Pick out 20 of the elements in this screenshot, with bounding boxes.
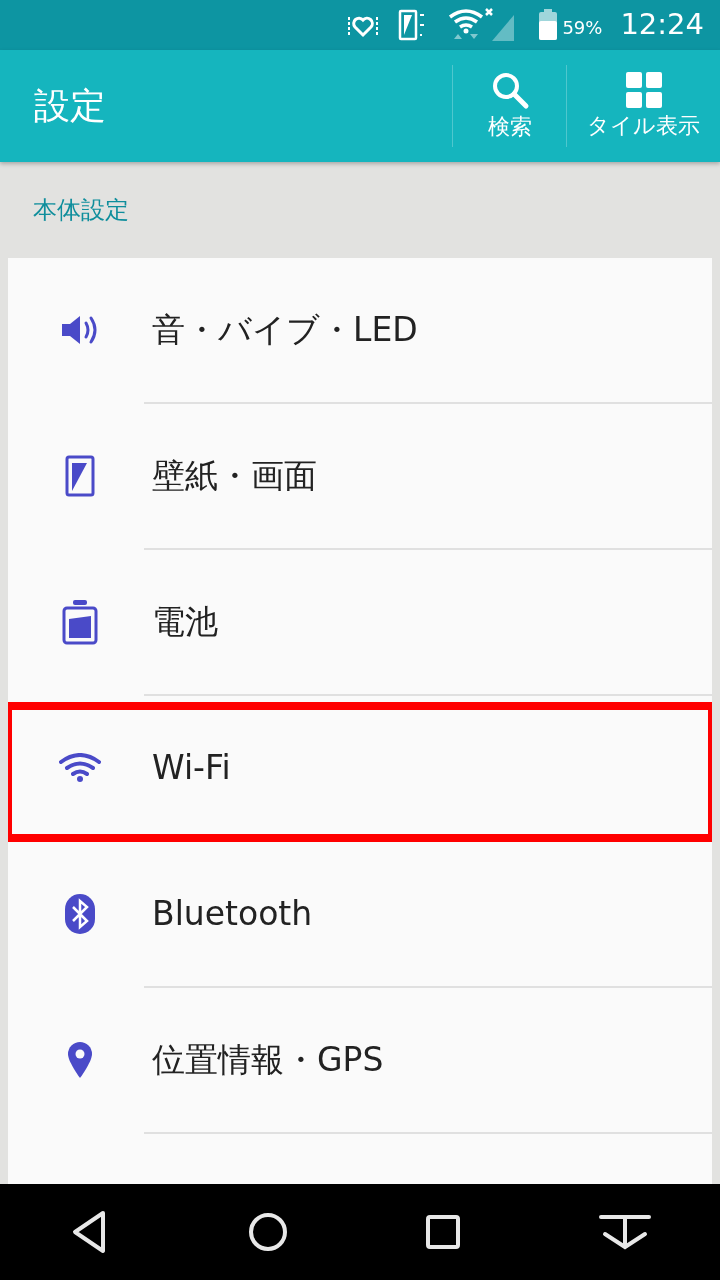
battery-percent: 59% (562, 16, 603, 40)
home-icon[interactable] (247, 1212, 288, 1252)
settings-item[interactable]: 音・バイブ・LED (8, 258, 712, 402)
section-header: 本体設定 (33, 195, 129, 226)
bluetooth-icon (64, 893, 96, 935)
map-pin-icon (66, 1040, 94, 1080)
settings-item[interactable]: 電池 (8, 550, 712, 694)
hide-bar-icon[interactable] (598, 1214, 651, 1250)
settings-item[interactable]: 壁紙・画面 (8, 404, 712, 548)
settings-item[interactable]: 位置情報・GPS (8, 988, 712, 1132)
battery-icon (62, 599, 98, 645)
phone-screen-icon (65, 455, 95, 497)
battery-status-icon (538, 9, 559, 41)
grid-icon (624, 70, 663, 109)
wifi-icon (59, 753, 101, 783)
recents-icon[interactable] (426, 1215, 461, 1249)
settings-item[interactable]: Wi-Fi (8, 696, 712, 840)
screen-title: 設定 (33, 84, 107, 128)
clock: 12:24 (620, 6, 704, 44)
settings-item[interactable]: Bluetooth (8, 842, 712, 986)
